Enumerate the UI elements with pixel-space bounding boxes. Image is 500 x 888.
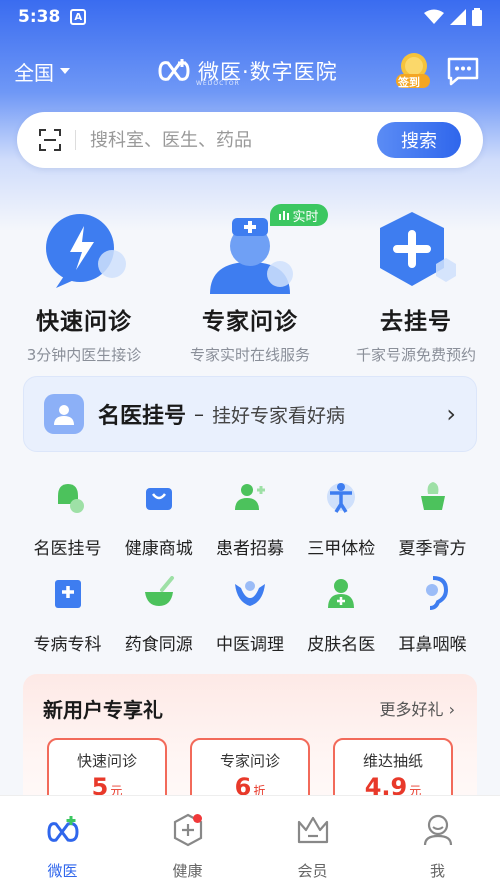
grid-label: 名医挂号 [33,539,102,559]
live-badge-label: 实时 [292,209,319,225]
card-subtitle: 专家实时在线服务 [189,346,310,364]
status-indicators [424,8,482,26]
tab-me[interactable]: 我 [375,796,500,888]
chat-bubble-icon [447,57,479,86]
lightning-bubble-icon [46,214,126,288]
coupon-name: 专家问诊 [219,752,280,770]
hospital-icon [54,580,81,608]
grid-item-summer-paste[interactable]: 夏季膏方 [387,480,478,576]
card-subtitle: 千家号源免费预约 [355,346,476,364]
brand: 微医·数字医院 WEDOCTOR [156,56,338,87]
status-time: 5:38 [18,7,61,27]
ear-icon [425,576,448,610]
bottom-tab-bar: 微医 健康 会员 我 [0,796,500,888]
card-title: 去挂号 [380,309,452,335]
registration-card[interactable]: 去挂号 千家号源免费预约 [336,200,496,365]
famous-doctor-banner[interactable]: 名医挂号 – 挂好专家看好病 › [23,376,477,452]
tab-member[interactable]: 会员 [250,796,375,888]
herb-pot-icon [420,482,445,510]
card-title: 专家问诊 [202,309,298,335]
grid-item-skin-doctor[interactable]: 皮肤名医 [296,576,387,672]
grid-item-health-mall[interactable]: 健康商城 [113,480,204,576]
wedoctor-logo-icon [158,59,190,81]
main-services: 快速问诊 3分钟内医生接诊 专家问诊 专家实时在线服务 实时 去挂号 千家号源免… [0,200,500,364]
tab-label: 微医 [47,862,78,880]
banner-title: 名医挂号 [98,404,187,429]
hexagon-plus-icon [380,212,456,286]
grid-item-famous-doctor[interactable]: 名医挂号 [22,480,113,576]
grid-item-tcm[interactable]: 中医调理 [205,576,296,672]
search-button[interactable]: 搜索 [377,122,461,158]
brand-subtitle: WEDOCTOR [196,80,240,87]
grid-label: 药食同源 [124,635,193,655]
search-divider [75,130,76,150]
grid-label: 夏季膏方 [398,539,467,559]
card-title: 快速问诊 [36,309,132,335]
grid-item-physical-exam[interactable]: 三甲体检 [296,480,387,576]
doctor-group-icon [44,394,84,434]
message-button[interactable] [446,56,480,86]
banner-dash: – [194,402,205,426]
bar-chart-icon [279,211,290,220]
region-selector[interactable]: 全国 [14,57,70,86]
user-icon [423,814,452,846]
shopping-bag-icon [145,488,172,510]
app-header: 全国 微医·数字医院 WEDOCTOR 签到 [0,44,500,98]
grid-item-food-medicine[interactable]: 药食同源 [113,576,204,672]
chevron-right-icon: › [446,400,456,428]
hands-icon [235,581,265,606]
promo-title: 新用户专享礼 [43,698,163,722]
tab-health[interactable]: 健康 [125,796,250,888]
grid-label: 专病专科 [33,635,102,655]
quick-consult-card[interactable]: 快速问诊 3分钟内医生接诊 [4,200,164,365]
checkin-label: 签到 [398,76,420,89]
service-grid: 名医挂号 健康商城 患者招募 三甲体检 夏季膏方 专病专科 药食同源 中医调理 … [22,480,478,672]
person-add-icon [235,484,265,510]
bell-icon [57,484,84,513]
grid-item-patient-recruit[interactable]: 患者招募 [205,480,296,576]
live-badge: 实时 [270,204,328,226]
crown-icon [297,816,328,844]
grid-item-specialty[interactable]: 专病专科 [22,576,113,672]
signal-icon [450,9,466,25]
banner-subtitle: 挂好专家看好病 [212,404,346,427]
card-subtitle: 3分钟内医生接诊 [26,346,142,364]
grid-row: 名医挂号 健康商城 患者招募 三甲体检 夏季膏方 [22,480,478,576]
status-bar: 5:38 A [0,0,500,34]
notification-a-icon: A [70,9,87,25]
checkin-button[interactable]: 签到 [392,50,432,90]
notification-dot [193,814,202,823]
grid-label: 三甲体检 [307,539,376,559]
grid-row: 专病专科 药食同源 中医调理 皮肤名医 耳鼻咽喉 [22,576,478,672]
coupon-name: 快速问诊 [76,752,137,770]
tab-wedoctor[interactable]: 微医 [0,796,125,888]
scan-icon[interactable] [39,129,61,151]
promo-more-link[interactable]: 更多好礼 › [380,696,456,720]
wifi-icon [424,9,444,24]
search-input[interactable] [90,129,360,151]
body-check-icon [327,483,356,513]
skin-doctor-icon [328,579,355,608]
grid-label: 皮肤名医 [307,635,376,655]
wedoctor-logo-icon [46,816,79,842]
grid-label: 中医调理 [216,635,284,655]
tab-label: 健康 [172,862,203,880]
tab-label: 我 [429,862,445,880]
tab-label: 会员 [297,862,328,880]
grid-label: 耳鼻咽喉 [398,635,467,655]
grid-label: 患者招募 [216,539,284,559]
region-label: 全国 [14,60,54,85]
mortar-icon [144,576,174,606]
search-bar: 搜索 [17,112,483,168]
caret-down-icon [60,68,70,74]
grid-item-ent[interactable]: 耳鼻咽喉 [387,576,478,672]
grid-label: 健康商城 [124,539,193,559]
battery-icon [472,8,482,26]
coupon-name: 维达抽纸 [362,752,423,770]
